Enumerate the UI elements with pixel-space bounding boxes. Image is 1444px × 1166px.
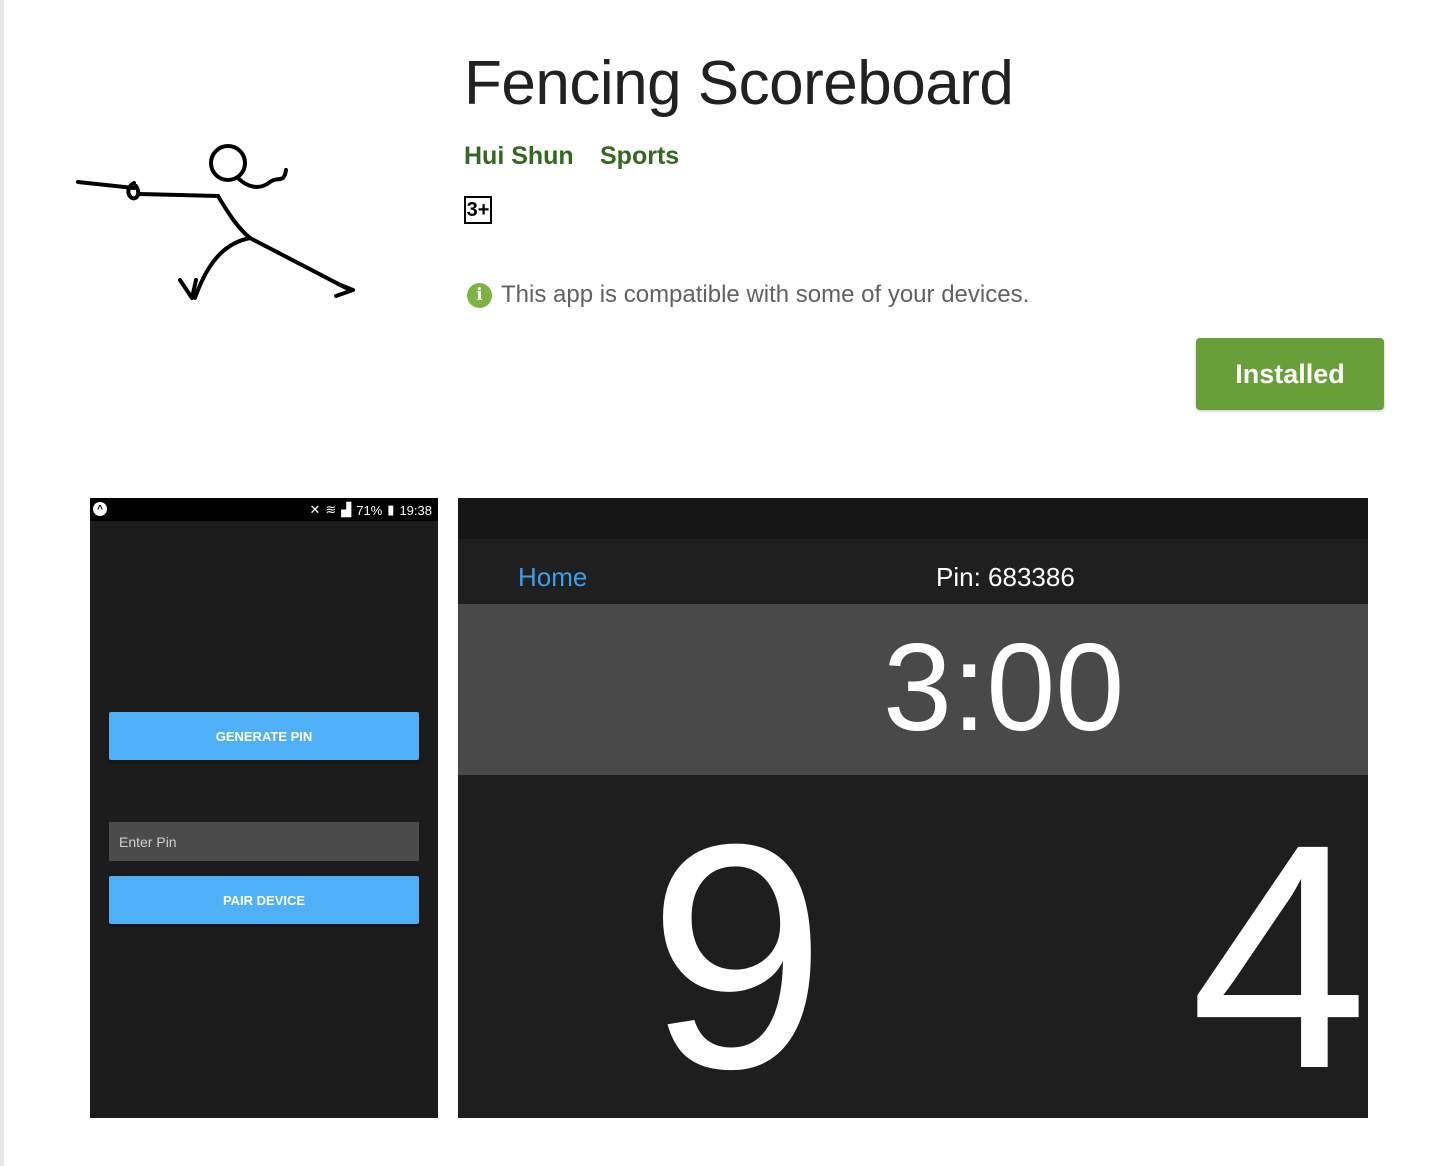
home-link[interactable]: Home xyxy=(518,562,587,593)
fencer-logo-icon xyxy=(76,144,355,300)
battery-percent: 71% xyxy=(356,502,383,518)
left-fencer-score[interactable]: 9 xyxy=(648,796,826,1116)
info-icon: i xyxy=(467,282,492,308)
content-rating-badge: 3+ xyxy=(464,196,492,224)
app-notification-icon: ^ xyxy=(93,502,107,516)
status-icons: ✕ ≋ ▟ 71% ▮ 19:38 xyxy=(309,502,432,518)
installed-button[interactable]: Installed xyxy=(1196,338,1384,410)
screenshot-scoreboard[interactable]: Home Pin: 683386 3:00 9 4 xyxy=(458,498,1368,1118)
category-link[interactable]: Sports xyxy=(600,142,679,171)
scoreboard-top-bar xyxy=(458,498,1368,539)
signal-icon: ▟ xyxy=(341,502,352,517)
battery-icon: ▮ xyxy=(387,502,395,517)
generate-pin-button[interactable]: GENERATE PIN xyxy=(109,712,419,760)
enter-pin-input[interactable] xyxy=(109,822,419,861)
screenshot-pairing[interactable]: ^ ✕ ≋ ▟ 71% ▮ 19:38 GENERATE PIN PAIR DE… xyxy=(90,498,438,1118)
page-edge xyxy=(0,0,4,1166)
scoreboard-nav-bar xyxy=(458,539,1368,604)
app-title: Fencing Scoreboard xyxy=(464,49,1014,118)
status-bar: ^ ✕ ≋ ▟ 71% ▮ 19:38 xyxy=(90,498,438,521)
mute-icon: ✕ xyxy=(309,502,321,517)
wifi-icon: ≋ xyxy=(325,502,337,517)
developer-link[interactable]: Hui Shun xyxy=(464,142,574,171)
compatibility-text: This app is compatible with some of your… xyxy=(501,281,1030,308)
right-fencer-score[interactable]: 4 xyxy=(1190,796,1368,1116)
compatibility-notice: i This app is compatible with some of yo… xyxy=(467,281,1029,309)
pair-device-button[interactable]: PAIR DEVICE xyxy=(109,876,419,924)
bout-timer[interactable]: 3:00 xyxy=(883,626,1124,750)
pin-display: Pin: 683386 xyxy=(936,562,1075,592)
status-time: 19:38 xyxy=(399,502,432,518)
